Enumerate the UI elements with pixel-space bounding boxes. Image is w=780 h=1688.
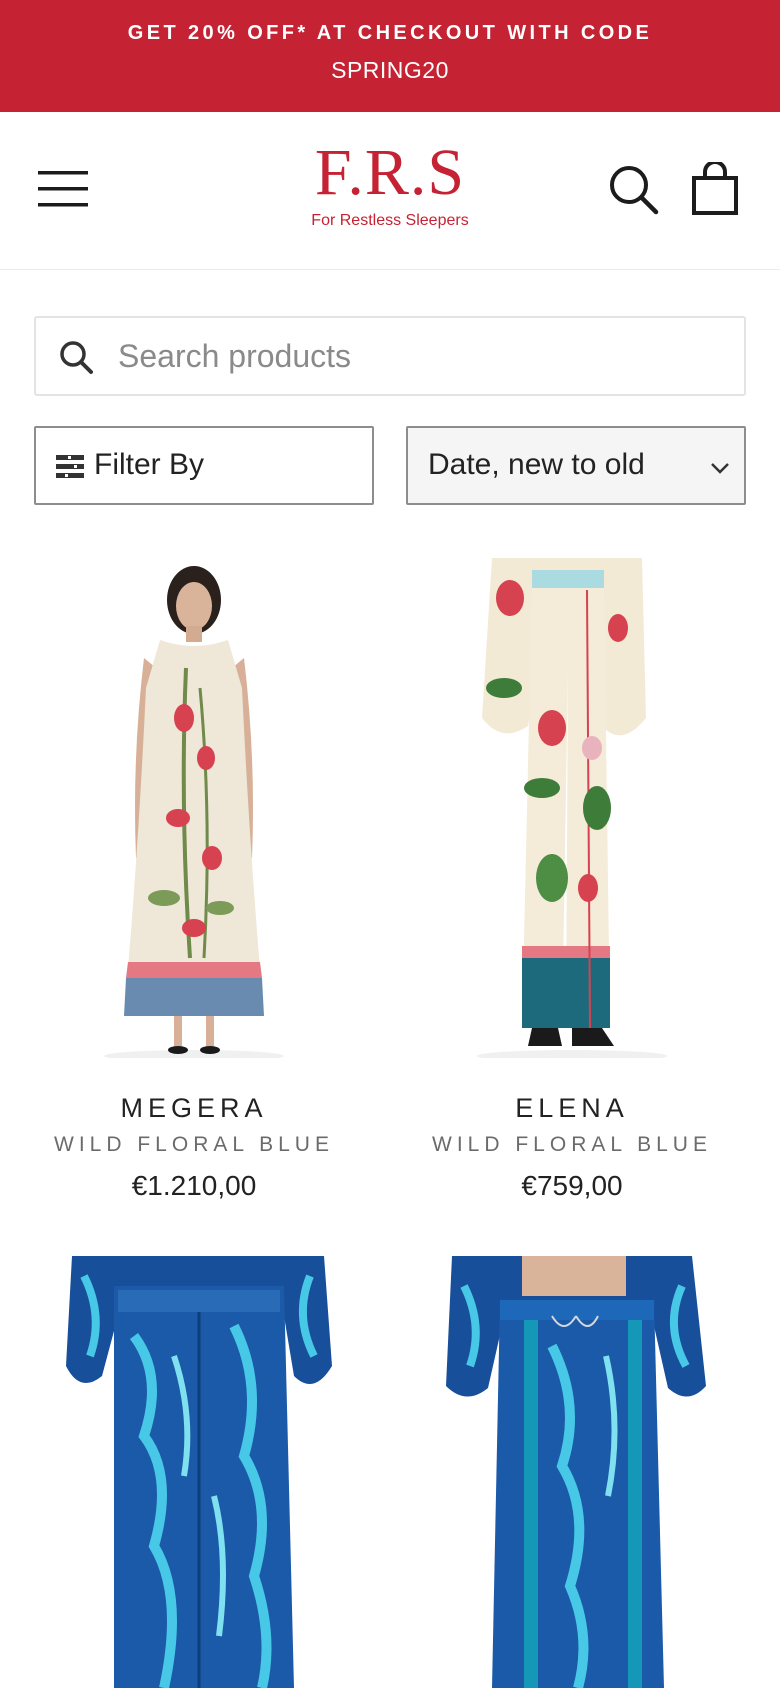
search-icon	[610, 166, 659, 215]
product-image[interactable]	[14, 1256, 374, 1688]
promo-code: SPRING20	[331, 57, 449, 83]
filter-label: Filter By	[94, 448, 205, 481]
product-price: €759,00	[521, 1170, 623, 1201]
promo-banner: GET 20% OFF* AT CHECKOUT WITH CODE SPRIN…	[0, 0, 780, 112]
product-photo-blue-trousers	[66, 1256, 332, 1688]
menu-button[interactable]	[36, 167, 92, 211]
product-variant: WILD FLORAL BLUE	[54, 1133, 334, 1156]
product-photo-dress	[104, 566, 284, 1058]
cart-button[interactable]	[690, 160, 740, 216]
header-search-button[interactable]	[608, 164, 660, 216]
filter-button[interactable]: Filter By	[34, 426, 374, 505]
sort-select[interactable]: Date, new to old	[406, 426, 746, 505]
promo-text: GET 20% OFF* AT CHECKOUT WITH CODE	[127, 22, 653, 44]
menu-icon	[38, 171, 88, 207]
chevron-down-icon	[711, 463, 729, 474]
filter-icon	[56, 455, 84, 478]
product-name[interactable]: ELENA	[392, 1093, 752, 1124]
product-image[interactable]	[392, 1256, 752, 1688]
logo-tagline: For Restless Sleepers	[311, 212, 469, 229]
cart-icon	[692, 160, 738, 215]
product-image[interactable]	[14, 558, 374, 1058]
search-field	[34, 316, 746, 396]
product-photo-blue-drawstring-trousers	[446, 1256, 706, 1688]
brand-logo[interactable]: F.R.S For Restless Sleepers	[290, 140, 490, 240]
search-field-icon	[60, 341, 93, 374]
search-input[interactable]	[116, 326, 716, 386]
site-header: F.R.S For Restless Sleepers	[0, 112, 780, 270]
sort-selected-value: Date, new to old	[428, 448, 645, 481]
product-photo-trousers	[477, 558, 667, 1058]
product-variant: WILD FLORAL BLUE	[432, 1133, 712, 1156]
product-image[interactable]	[392, 558, 752, 1058]
product-price: €1.210,00	[131, 1170, 257, 1201]
product-name[interactable]: MEGERA	[14, 1093, 374, 1124]
logo-mark: F.R.S	[314, 136, 466, 209]
